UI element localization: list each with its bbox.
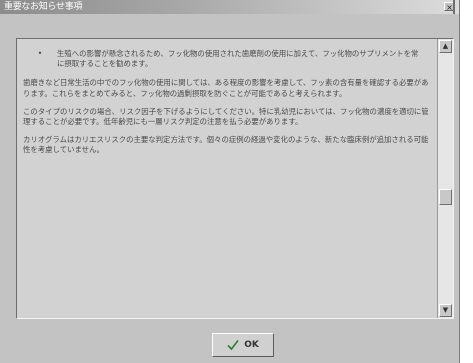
screen: 重要なお知らせ事項 × • 生殖への影響が懸念されるため、フッ化物の使用された歯…: [0, 0, 473, 363]
scroll-down-icon[interactable]: ▼: [439, 304, 452, 317]
ok-button[interactable]: OK: [212, 333, 274, 357]
scroll-up-icon[interactable]: ▲: [439, 40, 452, 53]
title-bar[interactable]: 重要なお知らせ事項 ×: [0, 0, 459, 14]
scroll-thumb[interactable]: [439, 189, 452, 205]
window-edge-marker: [453, 0, 455, 14]
paragraph-1: 歯磨きなど日常生活の中でのフッ化物の使用に関しては、ある程度の影響を考慮して、フ…: [23, 78, 429, 98]
ok-label: OK: [244, 340, 259, 350]
bullet-item: • 生殖への影響が懸念されるため、フッ化物の使用された歯磨剤の使用に加えて、フッ…: [23, 49, 433, 69]
paragraph-3: カリオグラムはカリエスリスクの主要な判定方法です。個々の症例の経過や変化のような…: [23, 135, 429, 155]
paragraph-2: このタイプのリスクの場合、リスク因子を下げるようにしてください。特に乳幼児におい…: [23, 106, 429, 127]
message-text-panel: • 生殖への影響が懸念されるため、フッ化物の使用された歯磨剤の使用に加えて、フッ…: [16, 38, 454, 319]
bullet-text: 生殖への影響が懸念されるため、フッ化物の使用された歯磨剤の使用に加えて、フッ化物…: [57, 49, 419, 69]
message-dialog: 重要なお知らせ事項 × • 生殖への影響が懸念されるため、フッ化物の使用された歯…: [0, 0, 460, 363]
window-title: 重要なお知らせ事項: [4, 2, 83, 12]
message-body: • 生殖への影響が懸念されるため、フッ化物の使用された歯磨剤の使用に加えて、フッ…: [23, 49, 433, 164]
checkmark-icon: [227, 340, 239, 351]
vertical-scrollbar[interactable]: ▲ ▼: [437, 39, 453, 318]
bullet-icon: •: [37, 49, 43, 58]
